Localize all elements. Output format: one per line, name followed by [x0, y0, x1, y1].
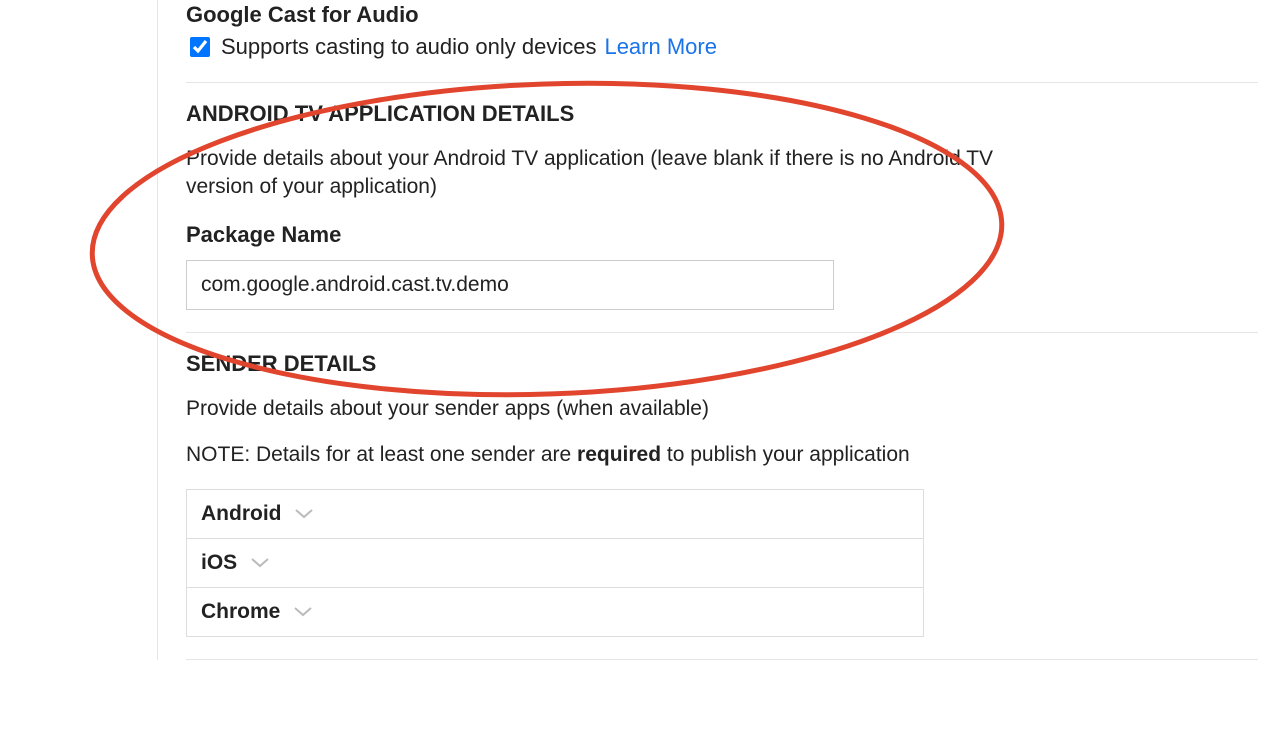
section-cast-audio: Google Cast for Audio Supports casting t…	[186, 0, 1258, 83]
platform-label-android: Android	[201, 502, 281, 526]
cast-audio-checkbox-row[interactable]: Supports casting to audio only devices L…	[186, 34, 1258, 60]
learn-more-link[interactable]: Learn More	[604, 34, 717, 60]
package-name-input[interactable]	[186, 260, 834, 310]
android-tv-heading: ANDROID TV APPLICATION DETAILS	[186, 101, 1258, 127]
platform-label-chrome: Chrome	[201, 600, 280, 624]
platform-row-chrome[interactable]: Chrome	[187, 588, 923, 636]
section-android-tv: ANDROID TV APPLICATION DETAILS Provide d…	[186, 83, 1258, 333]
chevron-down-icon	[295, 509, 313, 519]
platform-row-android[interactable]: Android	[187, 490, 923, 539]
chevron-down-icon	[251, 558, 269, 568]
sender-note-suffix: to publish your application	[661, 443, 910, 466]
android-tv-description: Provide details about your Android TV ap…	[186, 145, 1066, 202]
sender-note-prefix: NOTE: Details for at least one sender ar…	[186, 443, 577, 466]
sender-note-required: required	[577, 443, 661, 466]
cast-audio-heading: Google Cast for Audio	[186, 2, 1258, 28]
sender-heading: SENDER DETAILS	[186, 351, 1258, 377]
sender-note: NOTE: Details for at least one sender ar…	[186, 443, 1258, 467]
sender-platform-list: Android iOS Chrome	[186, 489, 924, 637]
chevron-down-icon	[294, 607, 312, 617]
package-name-label: Package Name	[186, 222, 1258, 248]
cast-audio-checkbox-label: Supports casting to audio only devices	[221, 34, 596, 60]
section-sender-details: SENDER DETAILS Provide details about you…	[186, 333, 1258, 660]
sender-description: Provide details about your sender apps (…	[186, 395, 1066, 423]
cast-audio-checkbox[interactable]	[190, 37, 210, 57]
platform-label-ios: iOS	[201, 551, 237, 575]
platform-row-ios[interactable]: iOS	[187, 539, 923, 588]
